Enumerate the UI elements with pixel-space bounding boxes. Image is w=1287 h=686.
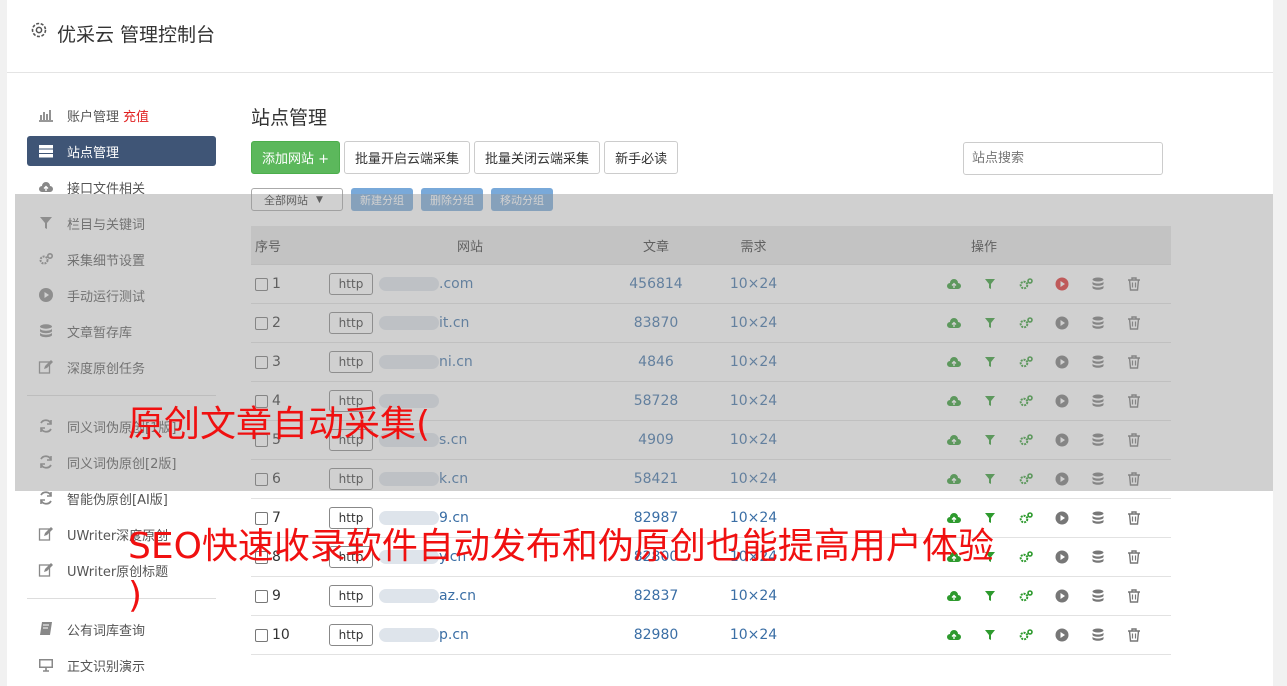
caption-line-3: ) — [128, 575, 143, 616]
gears-icon[interactable] — [1008, 627, 1044, 643]
batch-open-cloud-button[interactable]: 批量开启云端采集 — [344, 141, 471, 174]
bar-chart-icon — [38, 107, 54, 123]
database-icon[interactable] — [1080, 588, 1116, 604]
table-row: 9 http az.cn 82837 10×24 — [251, 577, 1171, 616]
play-circle-icon[interactable] — [1044, 588, 1080, 604]
app-title: 优采云 管理控制台 — [57, 24, 216, 46]
gears-icon[interactable] — [1008, 549, 1044, 565]
sidebar-item-label: 公有词库查询 — [67, 623, 146, 639]
server-icon — [38, 143, 54, 159]
sidebar-item-label: 正文识别演示 — [67, 659, 146, 675]
http-badge[interactable]: http — [329, 585, 373, 607]
database-icon[interactable] — [1080, 627, 1116, 643]
cloud-upload-icon — [38, 179, 54, 195]
edit-icon — [38, 562, 54, 578]
site-cell: http az.cn — [329, 585, 611, 607]
sidebar-item-items-0[interactable]: 账户管理 充值 — [27, 97, 216, 133]
row-number: 9 — [272, 588, 281, 604]
ops-cell — [806, 588, 1166, 604]
database-icon[interactable] — [1080, 510, 1116, 526]
play-circle-icon[interactable] — [1044, 549, 1080, 565]
recharge-link[interactable]: 充值 — [123, 106, 149, 125]
page-title: 站点管理 — [251, 107, 328, 129]
site-link[interactable]: az.cn — [439, 588, 476, 604]
trash-icon[interactable] — [1116, 549, 1152, 565]
row-checkbox[interactable] — [255, 589, 268, 603]
site-search-input[interactable] — [963, 142, 1163, 175]
trash-icon[interactable] — [1116, 588, 1152, 604]
sidebar-divider — [27, 598, 216, 599]
sidebar-item-items3-1[interactable]: 正文识别演示 — [27, 647, 216, 683]
cloud-upload-icon[interactable] — [936, 588, 972, 604]
row-checkbox[interactable] — [255, 628, 268, 642]
gears-icon[interactable] — [1008, 588, 1044, 604]
refresh-icon — [38, 490, 54, 506]
row-number-cell: 10 — [251, 627, 329, 643]
table-row: 10 http p.cn 82980 10×24 — [251, 616, 1171, 655]
monitor-icon — [38, 657, 54, 673]
gears-icon[interactable] — [1008, 510, 1044, 526]
newbie-guide-button[interactable]: 新手必读 — [604, 141, 679, 174]
filter-icon[interactable] — [972, 627, 1008, 643]
filter-icon[interactable] — [972, 588, 1008, 604]
http-badge[interactable]: http — [329, 624, 373, 646]
redacted-domain — [379, 589, 439, 603]
trash-icon[interactable] — [1116, 510, 1152, 526]
database-icon[interactable] — [1080, 549, 1116, 565]
site-cell: http p.cn — [329, 624, 611, 646]
batch-close-cloud-button[interactable]: 批量关闭云端采集 — [474, 141, 601, 174]
article-count-link[interactable]: 82980 — [611, 627, 701, 643]
cloud-upload-icon[interactable] — [936, 627, 972, 643]
add-site-button[interactable]: 添加网站 + — [251, 141, 341, 174]
sidebar-item-label: 智能伪原创[AI版] — [67, 492, 168, 508]
toolbar: 添加网站 + 批量开启云端采集 批量关闭云端采集 新手必读 — [251, 141, 679, 174]
trash-icon[interactable] — [1116, 627, 1152, 643]
gear-icon[interactable] — [29, 20, 49, 40]
sidebar-item-items3-0[interactable]: 公有词库查询 — [27, 611, 216, 647]
play-circle-icon[interactable] — [1044, 627, 1080, 643]
sidebar-item-label: 账户管理 — [67, 109, 120, 125]
site-link[interactable]: p.cn — [439, 627, 469, 643]
row-number-cell: 9 — [251, 588, 329, 604]
sidebar-item-label: 站点管理 — [67, 145, 120, 161]
ops-cell — [806, 627, 1166, 643]
row-number: 10 — [272, 627, 290, 643]
edit-icon — [38, 526, 54, 542]
sidebar-item-items-1[interactable]: 站点管理 — [27, 136, 216, 166]
caption-line-1: 原创文章自动采集( — [128, 404, 431, 445]
article-count-link[interactable]: 82837 — [611, 588, 701, 604]
demand-link[interactable]: 10×24 — [701, 627, 806, 643]
top-header: 优采云 管理控制台 — [7, 0, 1273, 73]
play-circle-icon[interactable] — [1044, 510, 1080, 526]
book-icon — [38, 621, 54, 637]
demand-link[interactable]: 10×24 — [701, 588, 806, 604]
caption-line-2: SEO快速收录软件自动发布和伪原创也能提高用户体验 — [128, 526, 994, 567]
redacted-domain — [379, 628, 439, 642]
